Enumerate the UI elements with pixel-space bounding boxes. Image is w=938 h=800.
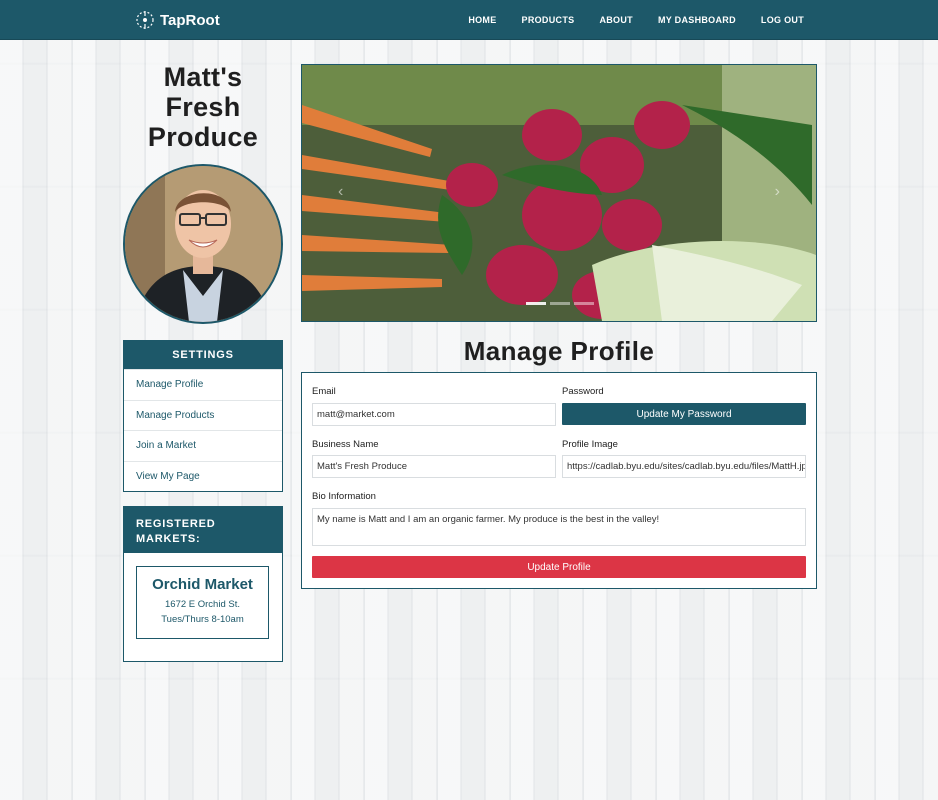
nav-log-out[interactable]: LOG OUT: [761, 15, 804, 25]
market-address: 1672 E Orchid St.: [165, 599, 240, 610]
carousel-produce-image: [302, 65, 816, 321]
chevron-left-icon[interactable]: ‹: [338, 183, 343, 201]
settings-item-manage-products[interactable]: Manage Products: [124, 399, 282, 431]
update-profile-button[interactable]: Update Profile: [312, 556, 806, 578]
nav-about[interactable]: ABOUT: [599, 15, 633, 25]
password-label: Password: [562, 386, 604, 397]
carousel-indicators: [526, 302, 594, 305]
bio-label: Bio Information: [312, 491, 376, 502]
markets-title: REGISTERED MARKETS:: [124, 507, 282, 553]
carousel-indicator-3[interactable]: [574, 302, 594, 305]
profile-image-field[interactable]: https://cadlab.byu.edu/sites/cadlab.byu.…: [562, 455, 806, 478]
market-card[interactable]: Orchid Market 1672 E Orchid St. Tues/Thu…: [136, 566, 269, 639]
page-title: Manage Profile: [463, 336, 655, 366]
avatar: [123, 164, 283, 324]
settings-item-view-my-page[interactable]: View My Page: [124, 460, 282, 492]
nav-home[interactable]: HOME: [468, 15, 496, 25]
image-carousel[interactable]: ‹ ›: [301, 64, 817, 322]
profile-photo: [125, 166, 281, 322]
market-name: Orchid Market: [152, 576, 253, 593]
brand-name: TapRoot: [160, 11, 220, 29]
email-field[interactable]: matt@market.com: [312, 403, 556, 426]
brand-logo[interactable]: TapRoot: [135, 9, 220, 31]
profile-image-label: Profile Image: [562, 439, 618, 450]
business-name-label: Business Name: [312, 439, 379, 450]
nav-products[interactable]: PRODUCTS: [522, 15, 575, 25]
settings-item-manage-profile[interactable]: Manage Profile: [124, 369, 282, 400]
carousel-indicator-1[interactable]: [526, 302, 546, 305]
chevron-right-icon[interactable]: ›: [775, 183, 780, 201]
settings-item-join-market[interactable]: Join a Market: [124, 430, 282, 461]
market-hours: Tues/Thurs 8-10am: [161, 614, 244, 625]
top-navbar: TapRoot HOME PRODUCTS ABOUT MY DASHBOARD…: [0, 0, 938, 40]
update-password-button[interactable]: Update My Password: [562, 403, 806, 425]
settings-title: SETTINGS: [124, 341, 282, 369]
nav-my-dashboard[interactable]: MY DASHBOARD: [658, 15, 736, 25]
carousel-indicator-2[interactable]: [550, 302, 570, 305]
email-label: Email: [312, 386, 336, 397]
business-name-field[interactable]: Matt's Fresh Produce: [312, 455, 556, 478]
registered-markets-panel: REGISTERED MARKETS: Orchid Market 1672 E…: [123, 506, 283, 662]
bio-textarea[interactable]: My name is Matt and I am an organic farm…: [312, 508, 806, 546]
settings-panel: SETTINGS Manage Profile Manage Products …: [123, 340, 283, 492]
root-compass-icon: [136, 11, 154, 29]
store-title: Matt's Fresh Produce: [147, 62, 259, 152]
main-nav: HOME PRODUCTS ABOUT MY DASHBOARD LOG OUT: [468, 0, 804, 40]
profile-form: Email matt@market.com Password Update My…: [301, 372, 817, 589]
